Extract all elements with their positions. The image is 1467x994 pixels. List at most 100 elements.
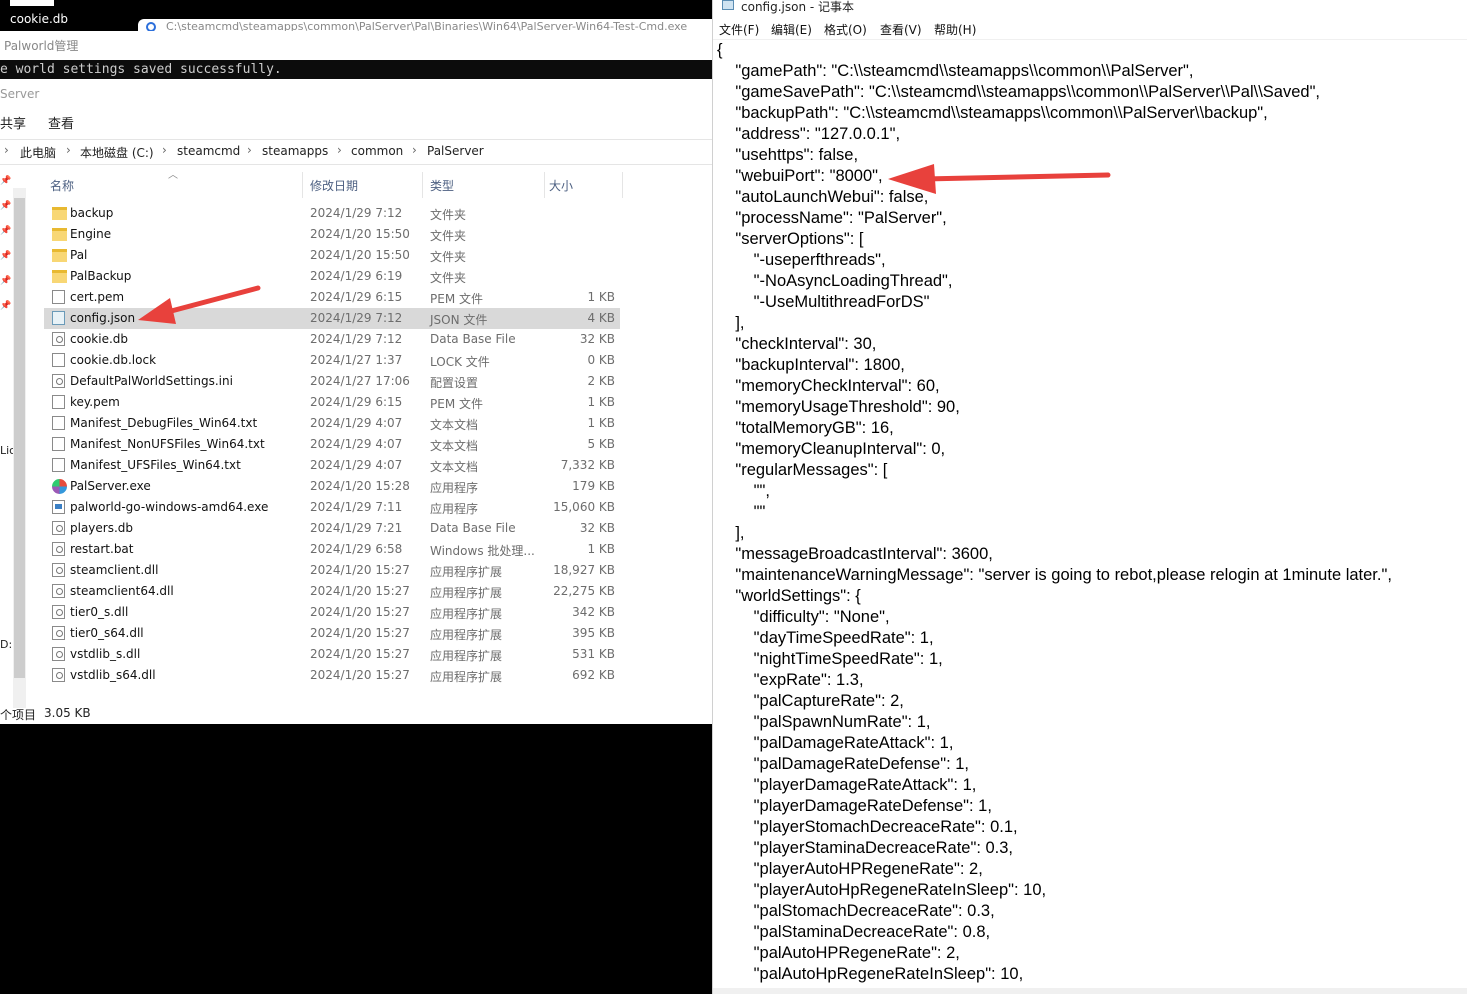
text-line: "palStaminaDecreaceRate": 0.8,: [717, 923, 991, 941]
column-header-size[interactable]: 大小: [549, 177, 573, 194]
column-divider[interactable]: [544, 172, 545, 198]
file-row[interactable]: Manifest_UFSFiles_Win64.txt 2024/1/29 4:0…: [44, 455, 620, 476]
text-line: "memoryCleanupInterval": 0,: [717, 440, 946, 458]
notepad-text-area[interactable]: { "gamePath": "C:\\steamcmd\\steamapps\\…: [717, 40, 1392, 985]
file-icon: [52, 626, 65, 640]
file-name: Pal: [70, 248, 88, 262]
text-line: "memoryCheckInterval": 60,: [717, 377, 940, 395]
file-row[interactable]: Manifest_DebugFiles_Win64.txt 2024/1/29 4…: [44, 413, 620, 434]
address-bar[interactable]: › 此电脑 › 本地磁盘 (C:) › steamcmd › steamapps…: [0, 139, 712, 165]
breadcrumb-this-pc[interactable]: 此电脑: [20, 144, 56, 161]
file-type: 文件夹: [430, 208, 467, 222]
column-header-name[interactable]: 名称: [50, 177, 74, 194]
text-line: "maintenanceWarningMessage": "server is …: [717, 566, 1392, 584]
file-date: 2024/1/29 6:15: [310, 290, 403, 304]
pin-icon[interactable]: 📌: [0, 301, 11, 311]
file-row[interactable]: palworld-go-windows-amd64.exe 2024/1/29 7…: [44, 497, 620, 518]
file-row[interactable]: cookie.db 2024/1/29 7:12 Data Base File 32 …: [44, 329, 620, 350]
pin-icon[interactable]: 📌: [0, 226, 11, 236]
text-line: "nightTimeSpeedRate": 1,: [717, 650, 943, 668]
text-line: "-UseMultithreadForDS": [717, 293, 930, 311]
file-date: 2024/1/29 7:12: [310, 332, 403, 346]
menu-format[interactable]: 格式(O): [824, 21, 867, 38]
file-row[interactable]: steamclient64.dll 2024/1/20 15:27 应用程序扩展 22…: [44, 581, 620, 602]
breadcrumb-common[interactable]: common: [351, 144, 403, 158]
file-date: 2024/1/27 17:06: [310, 374, 410, 388]
file-name: Manifest_UFSFiles_Win64.txt: [70, 458, 241, 472]
file-row[interactable]: steamclient.dll 2024/1/20 15:27 应用程序扩展 18,9…: [44, 560, 620, 581]
notepad-horizontal-scrollbar[interactable]: [713, 988, 1467, 994]
file-row[interactable]: tier0_s64.dll 2024/1/20 15:27 应用程序扩展 395 KB: [44, 623, 620, 644]
file-row[interactable]: vstdlib_s.dll 2024/1/20 15:27 应用程序扩展 531 KB: [44, 644, 620, 665]
file-row[interactable]: backup 2024/1/29 7:12 文件夹: [44, 203, 620, 224]
file-row[interactable]: cookie.db.lock 2024/1/27 1:37 LOCK 文件 0 KB: [44, 350, 620, 371]
ribbon-tab-share[interactable]: 共享: [0, 113, 26, 132]
chevron-right-icon: ›: [4, 143, 9, 157]
nav-scrollbar[interactable]: [13, 188, 26, 708]
breadcrumb-steamcmd[interactable]: steamcmd: [177, 144, 240, 158]
file-row[interactable]: DefaultPalWorldSettings.ini 2024/1/27 17:…: [44, 371, 620, 392]
file-row[interactable]: PalServer.exe 2024/1/20 15:28 应用程序 179 KB: [44, 476, 620, 497]
browser-tab[interactable]: C:\steamcmd\steamapps\common\PalServer\P…: [138, 19, 712, 31]
notepad-menubar: 文件(F) 编辑(E) 格式(O) 查看(V) 帮助(H): [713, 17, 1467, 40]
ribbon-tabs: 共享 查看: [0, 109, 712, 135]
pin-icon[interactable]: 📌: [0, 201, 11, 211]
file-name: cookie.db: [70, 332, 128, 346]
pin-icon[interactable]: 📌: [0, 276, 11, 286]
file-name: steamclient64.dll: [70, 584, 174, 598]
text-line: "serverOptions": [: [717, 230, 864, 248]
breadcrumb-palserver[interactable]: PalServer: [427, 144, 484, 158]
file-name: key.pem: [70, 395, 120, 409]
file-row[interactable]: cert.pem 2024/1/29 6:15 PEM 文件 1 KB: [44, 287, 620, 308]
pin-icon[interactable]: 📌: [0, 176, 11, 186]
ribbon-tab-view[interactable]: 查看: [48, 113, 74, 132]
notepad-titlebar[interactable]: config.json - 记事本: [713, 0, 1467, 17]
file-date: 2024/1/29 7:12: [310, 311, 403, 325]
file-row[interactable]: vstdlib_s64.dll 2024/1/20 15:27 应用程序扩展 692 …: [44, 665, 620, 686]
column-divider[interactable]: [622, 172, 623, 198]
file-row[interactable]: key.pem 2024/1/29 6:15 PEM 文件 1 KB: [44, 392, 620, 413]
file-size: 5 KB: [587, 437, 615, 451]
file-name: tier0_s64.dll: [70, 626, 144, 640]
file-row[interactable]: PalBackup 2024/1/29 6:19 文件夹: [44, 266, 620, 287]
text-line: "backupPath": "C:\\steamcmd\\steamapps\\…: [717, 104, 1268, 122]
menu-view[interactable]: 查看(V): [880, 21, 922, 38]
file-row[interactable]: Manifest_NonUFSFiles_Win64.txt 2024/1/29 …: [44, 434, 620, 455]
breadcrumb-steamapps[interactable]: steamapps: [262, 144, 328, 158]
text-line: "checkInterval": 30,: [717, 335, 877, 353]
file-row[interactable]: Pal 2024/1/20 15:50 文件夹: [44, 245, 620, 266]
column-divider[interactable]: [302, 172, 303, 198]
menu-help[interactable]: 帮助(H): [934, 21, 976, 38]
file-row[interactable]: tier0_s.dll 2024/1/20 15:27 应用程序扩展 342 KB: [44, 602, 620, 623]
menu-edit[interactable]: 编辑(E): [771, 21, 812, 38]
file-type: 应用程序: [430, 502, 479, 516]
file-date: 2024/1/29 6:58: [310, 542, 403, 556]
pin-icon[interactable]: 📌: [0, 251, 11, 261]
file-row[interactable]: Engine 2024/1/20 15:50 文件夹: [44, 224, 620, 245]
column-header-date[interactable]: 修改日期: [310, 177, 358, 194]
file-date: 2024/1/29 4:07: [310, 416, 403, 430]
text-line: "backupInterval": 1800,: [717, 356, 905, 374]
desktop-icon-label[interactable]: cookie.db: [10, 12, 68, 26]
menu-file[interactable]: 文件(F): [719, 21, 759, 38]
text-line: "processName": "PalServer",: [717, 209, 947, 227]
column-divider[interactable]: [422, 172, 423, 198]
file-explorer-window: Palworld管理 e world settings saved succes…: [0, 31, 712, 724]
app-icon: [52, 479, 67, 494]
console-titlebar[interactable]: Palworld管理: [0, 31, 712, 60]
text-line: "regularMessages": [: [717, 461, 888, 479]
file-row[interactable]: config.json 2024/1/29 7:12 JSON 文件 4 KB: [44, 308, 620, 329]
nav-label-drive-d[interactable]: D:: [0, 638, 12, 651]
file-size: 22,275 KB: [553, 584, 615, 598]
nav-scrollbar-thumb[interactable]: [14, 198, 25, 678]
column-header-type[interactable]: 类型: [430, 177, 454, 194]
text-line: "playerAutoHpRegeneRateInSleep": 10,: [717, 881, 1047, 899]
file-row[interactable]: restart.bat 2024/1/29 6:58 Windows 批处理... 1…: [44, 539, 620, 560]
file-date: 2024/1/29 7:12: [310, 206, 403, 220]
sort-ascending-icon: ︿: [168, 170, 178, 181]
chevron-right-icon: ›: [337, 143, 342, 157]
file-row[interactable]: players.db 2024/1/29 7:21 Data Base File 32…: [44, 518, 620, 539]
desktop-file-icon[interactable]: [10, 0, 54, 6]
file-icon: [52, 521, 65, 535]
breadcrumb-local-disk[interactable]: 本地磁盘 (C:): [80, 144, 154, 161]
